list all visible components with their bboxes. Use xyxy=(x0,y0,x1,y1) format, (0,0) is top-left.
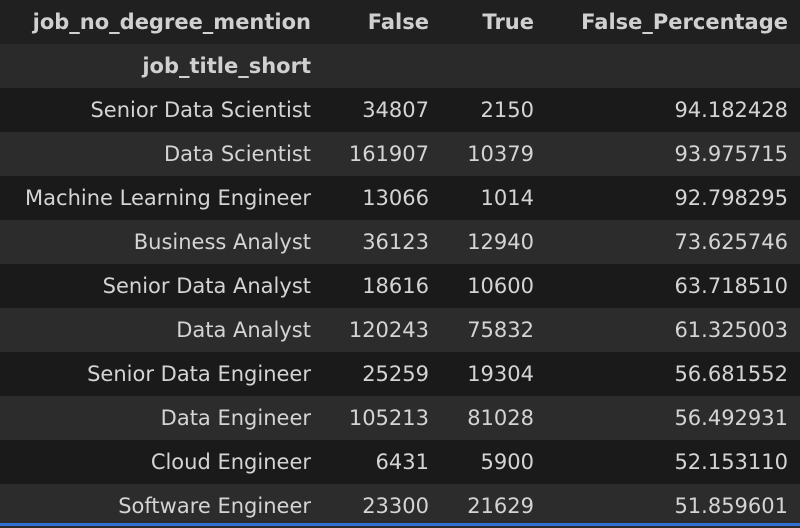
cell-false-count: 13066 xyxy=(362,186,429,210)
cell-false-percentage: 56.681552 xyxy=(674,362,788,386)
cell-false-percentage: 61.325003 xyxy=(674,318,788,342)
cell-true-count: 21629 xyxy=(467,494,534,518)
cell-false-percentage: 73.625746 xyxy=(674,230,788,254)
cell-false-percentage: 52.153110 xyxy=(674,450,788,474)
row-index-label: Senior Data Scientist xyxy=(90,98,311,122)
table-row: Senior Data Analyst 18616 10600 63.718510 xyxy=(0,264,800,308)
row-index-label: Machine Learning Engineer xyxy=(25,186,311,210)
cell-false-count: 34807 xyxy=(362,98,429,122)
column-header-row: job_no_degree_mention False True False_P… xyxy=(0,0,800,44)
empty-header-cell xyxy=(546,44,800,88)
column-header-true: True xyxy=(482,10,534,34)
cell-true-count: 10600 xyxy=(467,274,534,298)
cell-false-count: 36123 xyxy=(362,230,429,254)
cell-false-count: 18616 xyxy=(362,274,429,298)
cell-false-count: 6431 xyxy=(375,450,429,474)
table-row: Senior Data Scientist 34807 2150 94.182428 xyxy=(0,88,800,132)
cell-false-percentage: 92.798295 xyxy=(674,186,788,210)
row-index-label: Data Scientist xyxy=(164,142,311,166)
table-row: Cloud Engineer 6431 5900 52.153110 xyxy=(0,440,800,484)
table-body: Senior Data Scientist 34807 2150 94.182428 D… xyxy=(0,88,800,528)
table-row: Machine Learning Engineer 13066 1014 92.798… xyxy=(0,176,800,220)
table-row: Senior Data Engineer 25259 19304 56.681552 xyxy=(0,352,800,396)
cell-true-count: 10379 xyxy=(467,142,534,166)
row-index-label: Data Analyst xyxy=(176,318,311,342)
dataframe-table: job_no_degree_mention False True False_P… xyxy=(0,0,800,528)
row-index-label: Cloud Engineer xyxy=(150,450,311,474)
table-row: Data Analyst 120243 75832 61.325003 xyxy=(0,308,800,352)
empty-header-cell xyxy=(441,44,546,88)
cell-true-count: 81028 xyxy=(467,406,534,430)
cell-false-percentage: 56.492931 xyxy=(674,406,788,430)
column-header-false-percentage: False_Percentage xyxy=(581,10,788,34)
row-index-label: Senior Data Engineer xyxy=(87,362,311,386)
index-header-row: job_title_short xyxy=(0,44,800,88)
row-index-label: Data Engineer xyxy=(160,406,311,430)
cell-true-count: 1014 xyxy=(480,186,534,210)
column-header-false: False xyxy=(367,10,429,34)
cell-false-percentage: 93.975715 xyxy=(674,142,788,166)
table-row: Business Analyst 36123 12940 73.625746 xyxy=(0,220,800,264)
index-name-header: job_title_short xyxy=(142,54,311,78)
cell-false-percentage: 94.182428 xyxy=(674,98,788,122)
table-row: Data Engineer 105213 81028 56.492931 xyxy=(0,396,800,440)
cell-false-percentage: 51.859601 xyxy=(674,494,788,518)
table-row: Data Scientist 161907 10379 93.975715 xyxy=(0,132,800,176)
cell-true-count: 75832 xyxy=(467,318,534,342)
cell-false-count: 120243 xyxy=(348,318,429,342)
cell-true-count: 2150 xyxy=(480,98,534,122)
empty-header-cell xyxy=(323,44,441,88)
cell-true-count: 5900 xyxy=(480,450,534,474)
row-index-label: Senior Data Analyst xyxy=(102,274,311,298)
cell-false-count: 105213 xyxy=(348,406,429,430)
columns-name-header: job_no_degree_mention xyxy=(32,10,311,34)
cell-true-count: 19304 xyxy=(467,362,534,386)
cell-false-count: 25259 xyxy=(362,362,429,386)
cell-false-count: 23300 xyxy=(362,494,429,518)
cell-true-count: 12940 xyxy=(467,230,534,254)
table-row: Software Engineer 23300 21629 51.859601 xyxy=(0,484,800,528)
row-index-label: Software Engineer xyxy=(118,494,311,518)
row-index-label: Business Analyst xyxy=(133,230,311,254)
table-header: job_no_degree_mention False True False_P… xyxy=(0,0,800,88)
cell-false-percentage: 63.718510 xyxy=(674,274,788,298)
cell-false-count: 161907 xyxy=(348,142,429,166)
